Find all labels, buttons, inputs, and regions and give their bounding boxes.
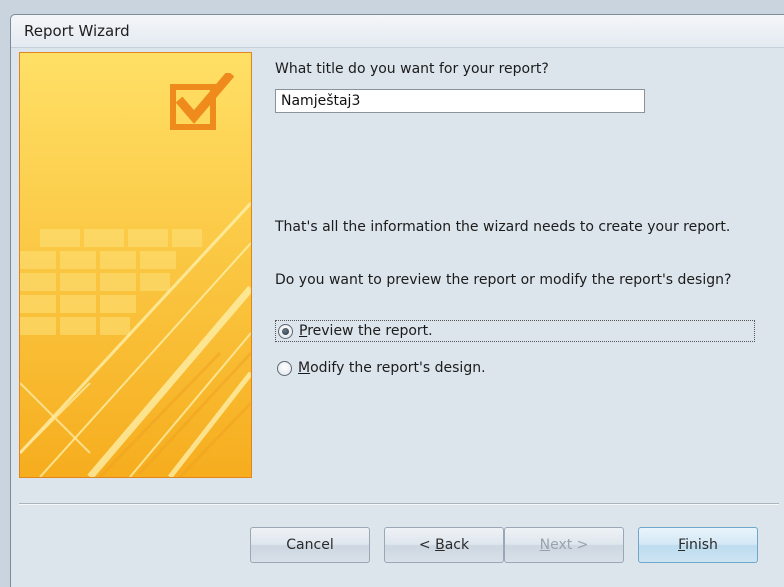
next-button-label: Next >: [539, 537, 589, 553]
window-title: Report Wizard: [24, 22, 130, 40]
preview-report-radio[interactable]: [278, 323, 293, 339]
cancel-button[interactable]: Cancel: [250, 527, 370, 563]
finish-button[interactable]: Finish: [638, 527, 758, 563]
back-button[interactable]: < Back: [384, 527, 504, 563]
preview-question: Do you want to preview the report or mod…: [275, 272, 732, 288]
preview-report-label: Preview the report.: [299, 323, 433, 339]
preview-report-option[interactable]: Preview the report.: [275, 320, 755, 342]
modify-design-label: Modify the report's design.: [298, 360, 486, 376]
info-text: That's all the information the wizard ne…: [275, 219, 731, 235]
back-button-label: < Back: [418, 537, 470, 553]
modify-design-option[interactable]: Modify the report's design.: [277, 357, 486, 379]
finish-button-label: Finish: [678, 537, 718, 553]
button-divider: [19, 503, 779, 505]
cancel-button-label: Cancel: [286, 537, 334, 553]
title-question: What title do you want for your report?: [275, 61, 549, 77]
wizard-illustration: [19, 52, 252, 478]
report-title-input[interactable]: [275, 89, 645, 113]
checkbox-checkmark-icon: [170, 73, 234, 133]
modify-design-radio[interactable]: [277, 360, 292, 376]
title-bar: Report Wizard: [11, 15, 784, 48]
next-button[interactable]: Next >: [504, 527, 624, 563]
radio-selected-dot: [282, 327, 289, 335]
